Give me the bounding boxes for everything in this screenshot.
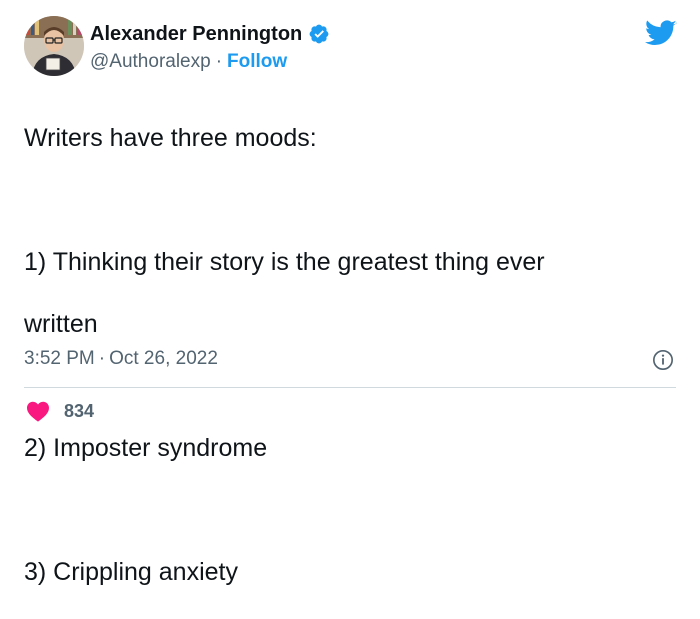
divider	[24, 387, 676, 388]
tweet-text-line: 3) Crippling anxiety	[24, 558, 238, 586]
info-icon[interactable]	[652, 349, 674, 371]
like-button[interactable]: 834	[26, 400, 94, 422]
avatar-image	[24, 16, 84, 76]
tweet-text-line: Writers have three moods:	[24, 124, 317, 152]
handle-separator: ·	[215, 51, 223, 72]
tweet-card: Alexander Pennington @Authoralexp · Follow…	[0, 0, 700, 586]
avatar[interactable]	[24, 16, 84, 76]
like-count: 834	[64, 401, 95, 421]
tweet-text-line: 1) Thinking their story is the greatest …	[24, 248, 545, 276]
tweet-text-line: 2) Imposter syndrome	[24, 434, 268, 462]
author-name-row: Alexander Pennington	[90, 22, 330, 46]
tweet-time: 3:52 PM	[24, 348, 95, 369]
author-handle-row: @Authoralexp · Follow	[90, 50, 287, 74]
tweet-date: Oct 26, 2022	[109, 348, 218, 369]
tweet-text-line: written	[24, 310, 98, 338]
timestamp-separator: ·	[98, 348, 106, 369]
author-handle[interactable]: @Authoralexp	[90, 51, 211, 72]
follow-button[interactable]: Follow	[227, 51, 287, 72]
heart-icon	[27, 401, 49, 422]
tweet-text-line: ​	[24, 185, 664, 216]
verified-badge-icon	[309, 24, 329, 44]
tweet-timestamp[interactable]: 3:52 PM · Oct 26, 2022	[24, 347, 218, 371]
author-display-name[interactable]: Alexander Pennington	[90, 22, 302, 46]
tweet-text-line: ​	[24, 495, 664, 526]
twitter-bird-icon[interactable]	[645, 20, 677, 47]
